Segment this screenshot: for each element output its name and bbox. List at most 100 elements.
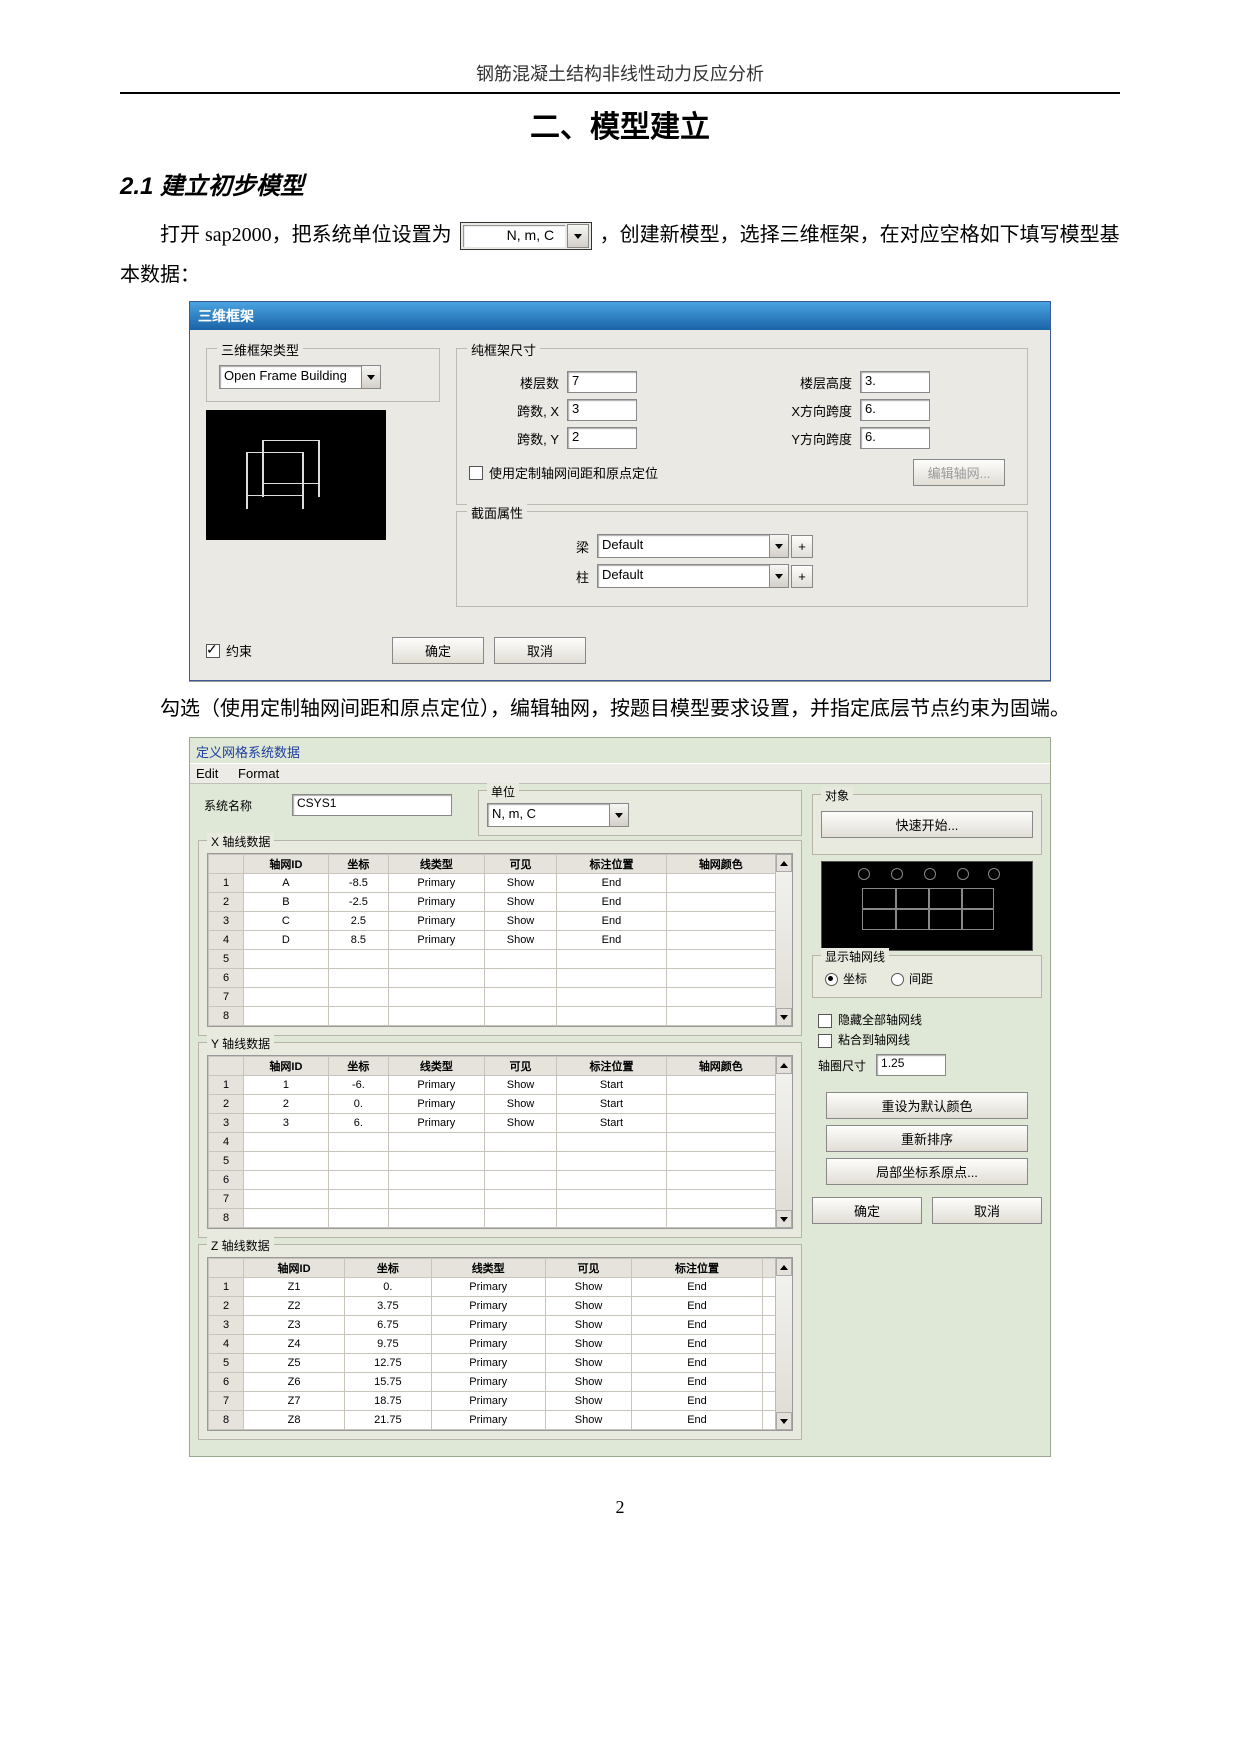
lbl-bays-y: 跨数, Y: [469, 429, 559, 448]
table-row[interactable]: 7: [209, 988, 776, 1007]
lbl-radio-coord: 坐标: [843, 972, 867, 986]
scrollbar[interactable]: [775, 1258, 792, 1430]
table-row[interactable]: 3C2.5PrimaryShowEnd: [209, 912, 776, 931]
table-row[interactable]: 220.PrimaryShowStart: [209, 1095, 776, 1114]
input-system-name[interactable]: CSYS1: [292, 794, 452, 816]
table-row[interactable]: 6: [209, 969, 776, 988]
chevron-down-icon[interactable]: [567, 224, 589, 248]
table-row[interactable]: 8Z821.75PrimaryShowEnd: [209, 1411, 776, 1430]
column-add-button[interactable]: +: [791, 565, 813, 588]
group-object: 对象 快速开始...: [812, 794, 1042, 855]
scrollbar[interactable]: [775, 854, 792, 1026]
table-row[interactable]: 5Z512.75PrimaryShowEnd: [209, 1354, 776, 1373]
frame-preview-image: [206, 410, 386, 540]
chevron-down-icon[interactable]: [361, 366, 380, 388]
scroll-down-icon[interactable]: [776, 1210, 792, 1228]
scroll-up-icon[interactable]: [776, 1056, 792, 1074]
lbl-bubble-size: 轴圈尺寸: [818, 1057, 866, 1074]
cancel-button[interactable]: 取消: [494, 637, 586, 664]
grid-unit-dropdown[interactable]: N, m, C: [487, 803, 629, 827]
table-row[interactable]: 4Z49.75PrimaryShowEnd: [209, 1335, 776, 1354]
header-rule: [120, 92, 1120, 94]
input-stories[interactable]: 7: [567, 371, 637, 393]
table-row[interactable]: 7: [209, 1190, 776, 1209]
checkbox-constraint[interactable]: [206, 644, 220, 658]
group-frame-type-legend: 三维框架类型: [217, 340, 303, 359]
menu-edit[interactable]: Edit: [196, 766, 218, 781]
beam-section-dropdown[interactable]: Default: [597, 534, 789, 558]
chevron-down-icon[interactable]: [769, 535, 788, 557]
table-row[interactable]: 6: [209, 1171, 776, 1190]
table-row[interactable]: 11-6.PrimaryShowStart: [209, 1076, 776, 1095]
scroll-up-icon[interactable]: [776, 1258, 792, 1276]
menu-format[interactable]: Format: [238, 766, 279, 781]
input-span-x[interactable]: 6.: [860, 399, 930, 421]
running-head: 钢筋混凝土结构非线性动力反应分析: [120, 60, 1120, 86]
lbl-beam: 梁: [469, 537, 589, 556]
lbl-column: 柱: [469, 567, 589, 586]
radio-by-coord[interactable]: [825, 973, 838, 986]
input-bays-y[interactable]: 2: [567, 427, 637, 449]
scroll-up-icon[interactable]: [776, 854, 792, 872]
lbl-hide-all: 隐藏全部轴网线: [838, 1013, 922, 1027]
table-row[interactable]: 8: [209, 1209, 776, 1228]
page-number: 2: [120, 1497, 1120, 1518]
beam-add-button[interactable]: +: [791, 535, 813, 558]
table-row[interactable]: 5: [209, 1152, 776, 1171]
checkbox-paste-to-grid[interactable]: [818, 1034, 832, 1048]
table-row[interactable]: 4: [209, 1133, 776, 1152]
grid-ok-button[interactable]: 确定: [812, 1197, 922, 1224]
frame-type-dropdown[interactable]: Open Frame Building: [219, 365, 381, 389]
column-section-dropdown[interactable]: Default: [597, 564, 789, 588]
table-row[interactable]: 7Z718.75PrimaryShowEnd: [209, 1392, 776, 1411]
three-d-frame-dialog: 三维框架 三维框架类型 Open Frame Building: [189, 301, 1051, 681]
input-bays-x[interactable]: 3: [567, 399, 637, 421]
chevron-down-icon[interactable]: [609, 804, 628, 826]
scroll-down-icon[interactable]: [776, 1412, 792, 1430]
table-row[interactable]: 1Z10.PrimaryShowEnd: [209, 1278, 776, 1297]
lbl-bays-x: 跨数, X: [469, 401, 559, 420]
checkbox-hide-all[interactable]: [818, 1014, 832, 1028]
ok-button[interactable]: 确定: [392, 637, 484, 664]
table-row[interactable]: 336.PrimaryShowStart: [209, 1114, 776, 1133]
edit-grid-button[interactable]: 编辑轴网...: [913, 459, 1005, 486]
table-row[interactable]: 3Z36.75PrimaryShowEnd: [209, 1316, 776, 1335]
table-row[interactable]: 1A-8.5PrimaryShowEnd: [209, 874, 776, 893]
radio-by-spacing[interactable]: [891, 973, 904, 986]
lbl-radio-spacing: 间距: [909, 972, 933, 986]
z-grid-table[interactable]: 轴网ID坐标线类型可见标注位置1Z10.PrimaryShowEnd2Z23.7…: [207, 1257, 793, 1431]
group-x-grid-legend: X 轴线数据: [207, 833, 274, 850]
reset-color-button[interactable]: 重设为默认颜色: [826, 1092, 1028, 1119]
scroll-down-icon[interactable]: [776, 1008, 792, 1026]
group-y-grid-legend: Y 轴线数据: [207, 1035, 274, 1052]
table-row[interactable]: 8: [209, 1007, 776, 1026]
table-row[interactable]: 6Z615.75PrimaryShowEnd: [209, 1373, 776, 1392]
scrollbar[interactable]: [775, 1056, 792, 1228]
lbl-span-x: X方向跨度: [742, 401, 852, 420]
group-unit-legend: 单位: [487, 783, 519, 800]
grid-system-dialog: 定义网格系统数据 Edit Format 系统名称 CSYS1 单位 N, m,…: [189, 737, 1051, 1457]
dialog2-menubar: Edit Format: [190, 763, 1050, 784]
grid-cancel-button[interactable]: 取消: [932, 1197, 1042, 1224]
table-row[interactable]: 2Z23.75PrimaryShowEnd: [209, 1297, 776, 1316]
input-span-y[interactable]: 6.: [860, 427, 930, 449]
group-show-legend: 显示轴网线: [821, 948, 889, 965]
table-row[interactable]: 2B-2.5PrimaryShowEnd: [209, 893, 776, 912]
input-story-height[interactable]: 3.: [860, 371, 930, 393]
quick-start-button[interactable]: 快速开始...: [821, 811, 1033, 838]
lbl-story-height: 楼层高度: [742, 373, 852, 392]
unit-dropdown-inline[interactable]: N, m, C: [460, 222, 592, 250]
y-grid-table[interactable]: 轴网ID坐标线类型可见标注位置轴网颜色11-6.PrimaryShowStart…: [207, 1055, 793, 1229]
lbl-custom-grid: 使用定制轴网间距和原点定位: [489, 463, 658, 482]
input-bubble-size[interactable]: 1.25: [876, 1054, 946, 1076]
group-x-grid: X 轴线数据 轴网ID坐标线类型可见标注位置轴网颜色1A-8.5PrimaryS…: [198, 840, 802, 1036]
group-dimensions: 纯框架尺寸 楼层数 7 楼层高度 3. 跨数, X 3 X方向跨度 6.: [456, 348, 1028, 505]
checkbox-custom-grid[interactable]: [469, 466, 483, 480]
table-row[interactable]: 4D8.5PrimaryShowEnd: [209, 931, 776, 950]
grid-unit-value: N, m, C: [488, 804, 609, 826]
table-row[interactable]: 5: [209, 950, 776, 969]
x-grid-table[interactable]: 轴网ID坐标线类型可见标注位置轴网颜色1A-8.5PrimaryShowEnd2…: [207, 853, 793, 1027]
chevron-down-icon[interactable]: [769, 565, 788, 587]
resort-button[interactable]: 重新排序: [826, 1125, 1028, 1152]
local-origin-button[interactable]: 局部坐标系原点...: [826, 1158, 1028, 1185]
